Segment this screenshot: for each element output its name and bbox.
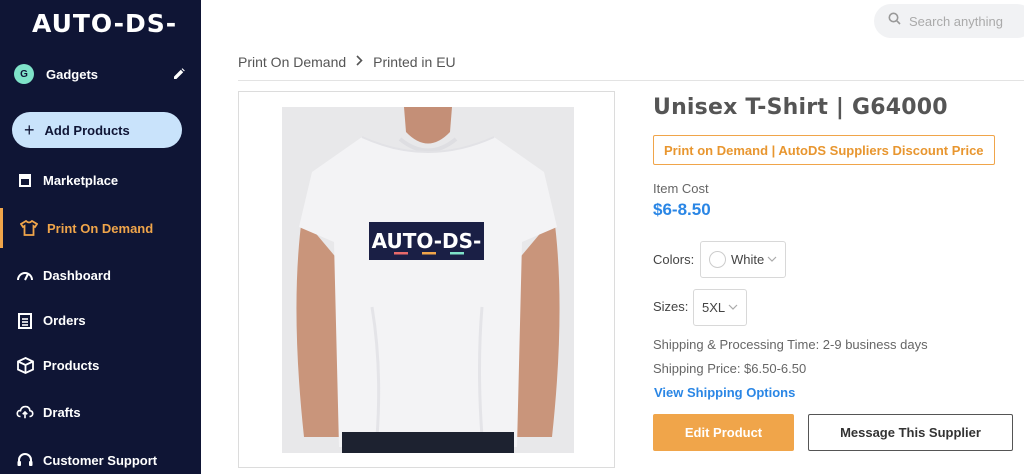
product-image-frame: AUTO-DS- [238,91,615,468]
edit-product-button[interactable]: Edit Product [653,414,794,451]
product-image[interactable]: AUTO-DS- [282,107,574,453]
sidebar-item-products[interactable]: Products [0,345,201,385]
shipping-price: Shipping Price: $6.50-6.50 [653,361,807,376]
store-name: Gadgets [46,66,99,82]
color-value: White [731,252,765,267]
add-products-label: Add Products [44,122,130,138]
gauge-icon [16,266,34,284]
sidebar-item-label: Dashboard [43,267,111,283]
sidebar-item-label: Orders [43,312,86,328]
pencil-icon[interactable] [172,67,186,81]
chevron-right-icon [356,55,363,69]
view-shipping-options-link[interactable]: View Shipping Options [654,385,795,400]
message-supplier-button[interactable]: Message This Supplier [808,414,1013,451]
sidebar-item-drafts[interactable]: Drafts [0,392,201,432]
chevron-down-icon [767,254,777,265]
sidebar-item-marketplace[interactable]: Marketplace [0,160,201,200]
logo-text: AUTO-DS- [32,8,178,38]
sidebar-item-orders[interactable]: Orders [0,300,201,340]
sidebar-item-label: Customer Support [43,452,158,468]
sidebar-item-customer-support[interactable]: Customer Support [0,440,201,474]
product-title: Unisex T-Shirt | G64000 [653,95,948,120]
store-avatar: G [14,64,34,84]
colors-label: Colors: [653,252,695,267]
search-icon [888,12,901,30]
store-selector[interactable]: G Gadgets [14,64,186,84]
breadcrumb: Print On Demand Printed in EU [238,54,456,70]
pod-badge: Print on Demand | AutoDS Suppliers Disco… [653,135,995,165]
clipboard-icon [16,311,34,329]
size-value: 5XL [702,300,726,315]
sidebar-item-label: Marketplace [43,172,119,188]
sidebar-item-dashboard[interactable]: Dashboard [0,255,201,295]
search-input[interactable] [909,13,1019,29]
sidebar-item-label: Print On Demand [47,220,154,236]
headset-icon [16,451,34,469]
breadcrumb-item-print-on-demand[interactable]: Print On Demand [238,54,346,70]
divider [238,80,1024,81]
add-products-button[interactable]: + Add Products [12,112,182,148]
color-swatch [709,251,726,268]
shipping-time: Shipping & Processing Time: 2-9 business… [653,337,928,352]
autods-logo[interactable]: AUTO-DS- [32,6,177,40]
chevron-down-icon [728,302,738,313]
print-logo-text: AUTO-DS- [372,229,482,253]
item-cost-label: Item Cost [653,181,709,196]
breadcrumb-item-printed-in-eu[interactable]: Printed in EU [373,54,455,70]
plus-icon: + [24,120,35,140]
store-icon [16,171,34,189]
shirt-icon [20,219,38,237]
sidebar: AUTO-DS- G Gadgets + Add Products Market… [0,0,201,474]
sidebar-item-label: Drafts [43,404,81,420]
sidebar-item-print-on-demand[interactable]: Print On Demand [0,208,201,248]
size-select[interactable]: 5XL [693,289,748,326]
sidebar-item-label: Products [43,357,100,373]
sizes-label: Sizes: [653,299,689,314]
cloud-upload-icon [16,403,34,421]
box-icon [16,356,34,374]
item-cost-value: $6-8.50 [653,200,711,219]
color-select[interactable]: White [700,241,787,278]
tshirt-illustration: AUTO-DS- [282,107,574,453]
search-bar[interactable] [874,4,1024,38]
